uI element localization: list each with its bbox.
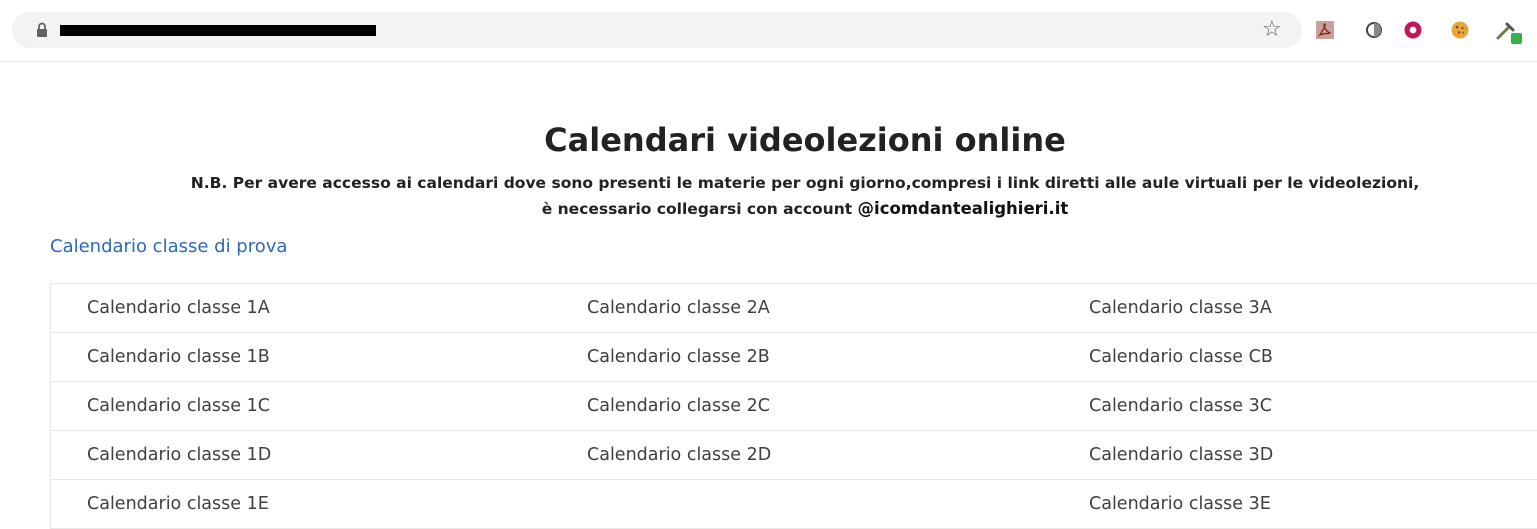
- calendar-link-3c[interactable]: Calendario classe 3C: [1089, 382, 1272, 430]
- page-title: Calendari videolezioni online: [544, 121, 1066, 159]
- calendar-link-3e[interactable]: Calendario classe 3E: [1089, 480, 1271, 528]
- table-row: Calendario classe 1E Calendario classe 3…: [51, 480, 1537, 529]
- star-icon[interactable]: ☆: [1262, 16, 1282, 44]
- calendar-link-2a[interactable]: Calendario classe 2A: [587, 284, 770, 332]
- calendar-table: Calendario classe 1A Calendario classe 2…: [50, 283, 1537, 529]
- address-bar[interactable]: ☆: [12, 12, 1302, 48]
- calendar-link-2c[interactable]: Calendario classe 2C: [587, 382, 770, 430]
- note-line-2-prefix: è necessario collegarsi con account: [541, 200, 858, 218]
- lock-icon[interactable]: [34, 21, 50, 39]
- note-line-2: è necessario collegarsi con account @ico…: [0, 196, 1537, 222]
- calendar-link-3d[interactable]: Calendario classe 3D: [1089, 431, 1273, 479]
- calendar-link-1c[interactable]: Calendario classe 1C: [87, 382, 270, 430]
- calendar-link-1b[interactable]: Calendario classe 1B: [87, 333, 270, 381]
- circle-icon[interactable]: [1364, 20, 1384, 40]
- calendar-link-3a[interactable]: Calendario classe 3A: [1089, 284, 1272, 332]
- cookie-icon[interactable]: [1450, 20, 1470, 40]
- browser-toolbar: ☆: [0, 0, 1537, 62]
- test-calendar-link[interactable]: Calendario classe di prova: [50, 234, 287, 260]
- eyedropper-icon[interactable]: [1494, 16, 1524, 46]
- url-redacted[interactable]: [60, 25, 376, 36]
- account-domain: @icomdantealighieri.it: [857, 199, 1069, 218]
- table-row: Calendario classe 1B Calendario classe 2…: [51, 333, 1537, 382]
- calendar-link-2d[interactable]: Calendario classe 2D: [587, 431, 771, 479]
- table-row: Calendario classe 1C Calendario classe 2…: [51, 382, 1537, 431]
- access-note: N.B. Per avere accesso ai calendari dove…: [0, 170, 1537, 222]
- table-row: Calendario classe 1A Calendario classe 2…: [51, 284, 1537, 333]
- calendar-link-1d[interactable]: Calendario classe 1D: [87, 431, 271, 479]
- donut-icon[interactable]: [1403, 20, 1423, 40]
- note-line-1: N.B. Per avere accesso ai calendari dove…: [190, 174, 1420, 192]
- calendar-link-1a[interactable]: Calendario classe 1A: [87, 284, 270, 332]
- calendar-link-cb[interactable]: Calendario classe CB: [1089, 333, 1273, 381]
- calendar-link-2b[interactable]: Calendario classe 2B: [587, 333, 770, 381]
- toolbar-divider: [0, 61, 1537, 62]
- pdf-icon[interactable]: [1315, 20, 1335, 40]
- table-row: Calendario classe 1D Calendario classe 2…: [51, 431, 1537, 480]
- calendar-link-1e[interactable]: Calendario classe 1E: [87, 480, 269, 528]
